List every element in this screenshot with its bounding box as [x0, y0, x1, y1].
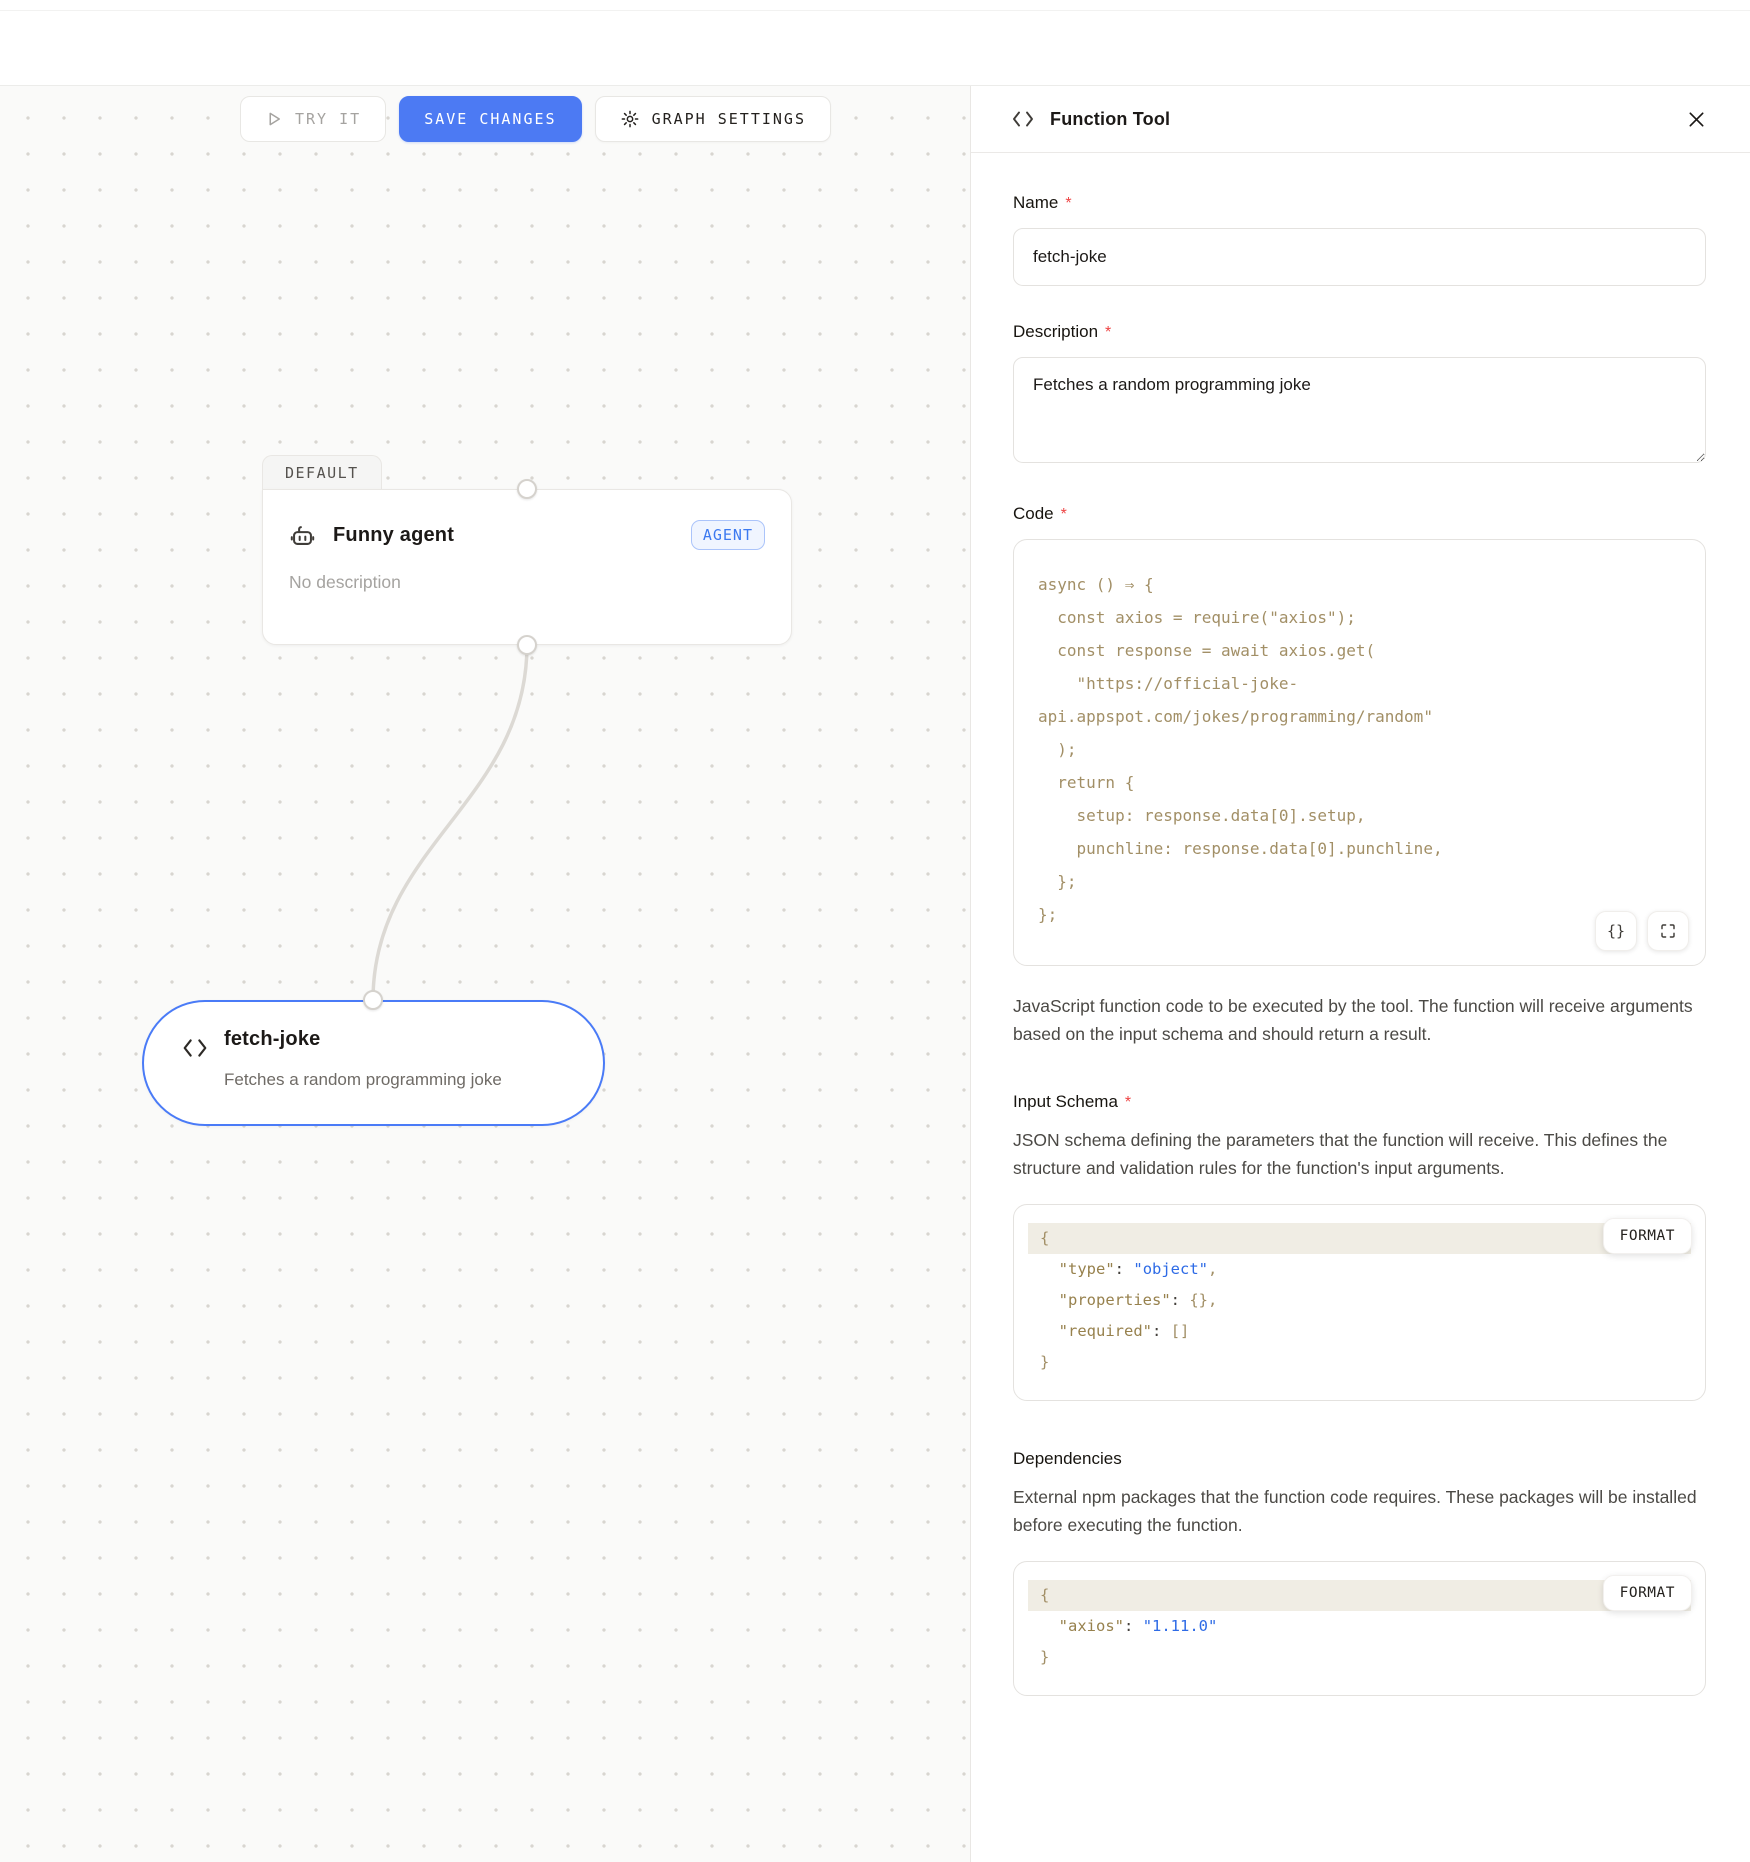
code-editor-content[interactable]: async () ⇒ { const axios = require("axio…	[1038, 568, 1683, 931]
code-help-text: JavaScript function code to be executed …	[1013, 992, 1706, 1048]
agent-type-badge: AGENT	[691, 520, 765, 550]
code-label: Code	[1013, 504, 1054, 523]
code-icon	[182, 1036, 208, 1060]
input-schema-help-text: JSON schema defining the parameters that…	[1013, 1126, 1706, 1182]
graph-canvas[interactable]: TRY IT SAVE CHANGES GRAPH SETTINGS DEFAU…	[0, 86, 970, 1862]
agent-node[interactable]: Funny agent AGENT No description	[262, 489, 792, 645]
name-label: Name	[1013, 193, 1058, 212]
robot-icon	[289, 522, 316, 549]
gear-icon	[620, 109, 640, 129]
close-panel-button[interactable]	[1682, 105, 1710, 133]
agent-node-description: No description	[263, 550, 791, 593]
fullscreen-icon	[1660, 923, 1676, 939]
top-bar-divider	[0, 10, 1750, 11]
input-schema-editor[interactable]: { "type": "object", "properties": {}, "r…	[1013, 1204, 1706, 1401]
tool-node-description: Fetches a random programming joke	[224, 1070, 502, 1090]
agent-node-top-handle[interactable]	[517, 479, 537, 499]
code-field-section: Code * async () ⇒ { const axios = require…	[1013, 504, 1706, 1048]
graph-settings-button[interactable]: GRAPH SETTINGS	[595, 96, 831, 142]
expand-code-button[interactable]	[1647, 911, 1689, 951]
required-asterisk: *	[1105, 324, 1111, 341]
input-schema-label: Input Schema	[1013, 1092, 1118, 1111]
panel-header: Function Tool	[971, 86, 1750, 153]
required-asterisk: *	[1065, 195, 1071, 212]
required-asterisk: *	[1061, 506, 1067, 523]
dependencies-content[interactable]: { "axios": "1.11.0"}	[1028, 1580, 1691, 1673]
code-icon	[1011, 108, 1035, 130]
panel-title: Function Tool	[1050, 109, 1667, 130]
save-changes-label: SAVE CHANGES	[424, 110, 556, 128]
name-field-section: Name *	[1013, 193, 1706, 286]
dependencies-section: Dependencies External npm packages that …	[1013, 1449, 1706, 1696]
edge-layer	[0, 86, 970, 1862]
graph-settings-label: GRAPH SETTINGS	[652, 110, 806, 128]
code-editor[interactable]: async () ⇒ { const axios = require("axio…	[1013, 539, 1706, 966]
description-field-section: Description * Fetches a random programmin…	[1013, 322, 1706, 468]
dependencies-help-text: External npm packages that the function …	[1013, 1483, 1706, 1539]
try-it-button[interactable]: TRY IT	[240, 96, 386, 142]
top-bar	[0, 0, 1750, 86]
description-label: Description	[1013, 322, 1098, 341]
group-tab-default[interactable]: DEFAULT	[262, 455, 382, 490]
try-it-label: TRY IT	[295, 110, 361, 128]
play-icon	[265, 110, 283, 128]
description-textarea[interactable]: Fetches a random programming joke	[1013, 357, 1706, 463]
format-dependencies-button[interactable]: FORMAT	[1603, 1575, 1692, 1611]
save-changes-button[interactable]: SAVE CHANGES	[399, 96, 581, 142]
edge-agent-to-tool	[373, 645, 527, 1000]
braces-icon: {}	[1607, 922, 1625, 940]
agent-node-title: Funny agent	[333, 524, 454, 547]
agent-node-bottom-handle[interactable]	[517, 635, 537, 655]
close-icon	[1687, 110, 1706, 129]
dependencies-label: Dependencies	[1013, 1449, 1122, 1468]
tool-node-fetch-joke[interactable]: fetch-joke Fetches a random programming …	[142, 1000, 605, 1126]
dependencies-editor[interactable]: { "axios": "1.11.0"} FORMAT	[1013, 1561, 1706, 1696]
input-schema-section: Input Schema * JSON schema defining the p…	[1013, 1092, 1706, 1401]
format-schema-button[interactable]: FORMAT	[1603, 1218, 1692, 1254]
tool-node-title: fetch-joke	[224, 1028, 320, 1051]
canvas-toolbar: TRY IT SAVE CHANGES GRAPH SETTINGS	[240, 96, 831, 142]
tool-node-top-handle[interactable]	[363, 990, 383, 1010]
name-input[interactable]	[1013, 228, 1706, 286]
function-tool-panel: Function Tool Name * Description * Fetches…	[970, 86, 1750, 1862]
required-asterisk: *	[1125, 1094, 1131, 1111]
format-code-button[interactable]: {}	[1595, 911, 1637, 951]
input-schema-content[interactable]: { "type": "object", "properties": {}, "r…	[1028, 1223, 1691, 1378]
